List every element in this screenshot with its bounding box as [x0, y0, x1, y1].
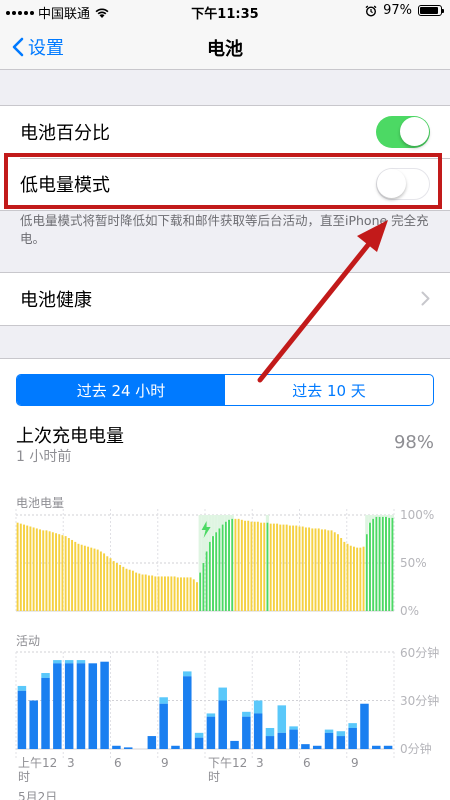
annotation-arrow — [257, 220, 388, 383]
